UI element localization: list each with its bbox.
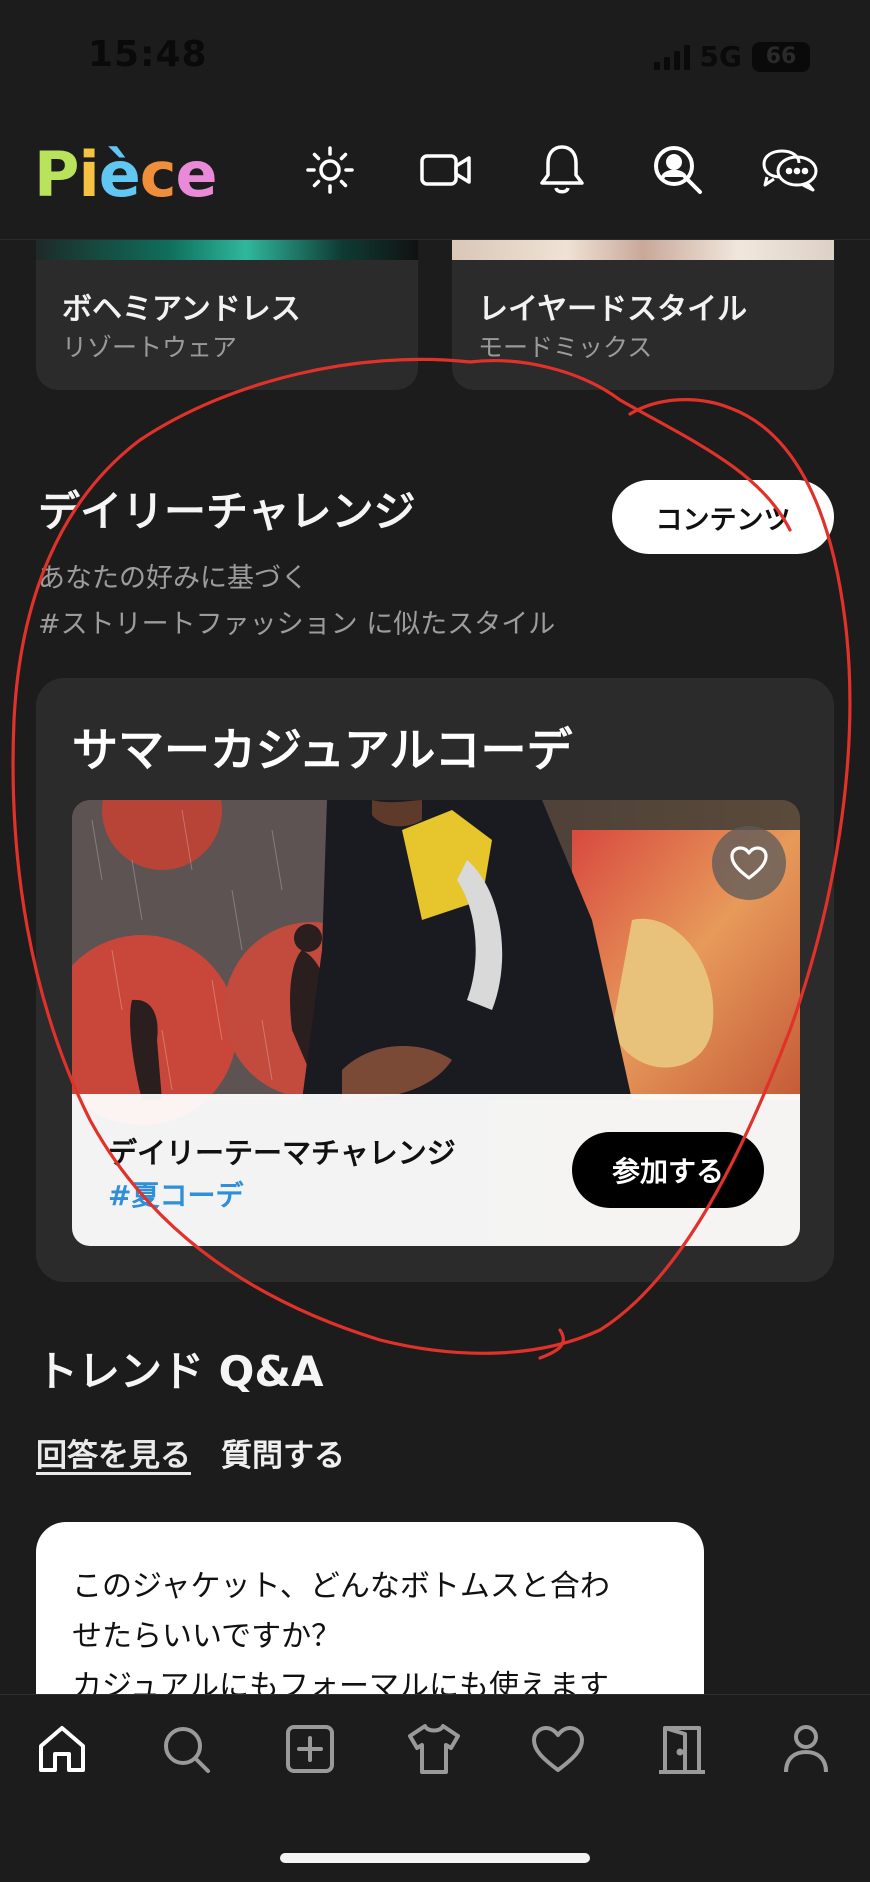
- signal-icon: [653, 44, 690, 70]
- app-logo[interactable]: Pièce: [34, 138, 218, 211]
- challenge-card-title: サマーカジュアルコーデ: [72, 723, 573, 777]
- bell-icon[interactable]: [532, 140, 592, 200]
- question-text: このジャケット、どんなボトムスと合わ せたらいいですか？ カジュアルにもフォーマ…: [72, 1562, 682, 1712]
- home-indicator: [280, 1853, 590, 1863]
- battery-level: 66: [765, 44, 797, 69]
- style-card-title: ボヘミアンドレス: [62, 292, 301, 327]
- logo-letter: c: [139, 138, 177, 211]
- tab-ask-question[interactable]: 質問する: [221, 1430, 345, 1475]
- heart-icon[interactable]: [526, 1717, 590, 1781]
- logo-letter: i: [78, 138, 99, 211]
- status-bar: 15:48 5G 66: [0, 0, 870, 110]
- challenge-label: デイリーテーマチャレンジ: [108, 1136, 456, 1170]
- battery-icon: 66: [752, 41, 810, 72]
- logo-letter: P: [34, 138, 79, 211]
- join-button[interactable]: 参加する: [572, 1132, 764, 1208]
- sun-icon[interactable]: [300, 140, 360, 200]
- favorite-button[interactable]: [712, 826, 786, 900]
- trend-qa-title: トレンド Q&A: [36, 1347, 324, 1396]
- app-header: Pièce: [0, 110, 870, 240]
- daily-challenge-title: デイリーチャレンジ: [38, 487, 416, 536]
- challenge-hashtag[interactable]: #夏コーデ: [108, 1174, 243, 1214]
- question-line: このジャケット、どんなボトムスと合わ: [72, 1569, 610, 1604]
- style-card-image: [36, 240, 418, 260]
- shirt-icon[interactable]: [402, 1717, 466, 1781]
- add-post-icon[interactable]: [278, 1717, 342, 1781]
- style-card[interactable]: レイヤードスタイル モードミックス: [452, 240, 834, 390]
- profile-icon[interactable]: [774, 1717, 838, 1781]
- question-line: せたらいいですか？: [72, 1619, 342, 1654]
- similar-style-text: #ストリートファッション に似たスタイル: [38, 609, 556, 640]
- challenge-photo[interactable]: デイリーテーマチャレンジ #夏コーデ 参加する: [72, 800, 800, 1246]
- logo-letter: e: [175, 138, 218, 211]
- chat-bubbles-icon[interactable]: [760, 140, 820, 200]
- network-type: 5G: [699, 40, 742, 73]
- tab-view-answers[interactable]: 回答を見る: [36, 1430, 191, 1475]
- heart-outline-icon: [730, 846, 768, 880]
- closet-door-icon[interactable]: [650, 1717, 714, 1781]
- logo-letter: è: [98, 138, 141, 211]
- challenge-card: サマーカジュアルコーデ デイリーテーマチャレンジ #夏コーデ 参加する: [36, 678, 834, 1282]
- search-user-icon[interactable]: [648, 140, 708, 200]
- style-card[interactable]: ボヘミアンドレス リゾートウェア: [36, 240, 418, 390]
- style-card-subtitle: リゾートウェア: [62, 333, 238, 362]
- bottom-tab-bar: [0, 1694, 870, 1882]
- style-card-subtitle: モードミックス: [478, 333, 653, 362]
- content-button[interactable]: コンテンツ: [612, 480, 834, 554]
- qa-tabs: 回答を見る 質問する: [36, 1430, 345, 1475]
- status-time: 15:48: [88, 34, 208, 75]
- question-card[interactable]: このジャケット、どんなボトムスと合わ せたらいいですか？ カジュアルにもフォーマ…: [36, 1522, 704, 1722]
- video-camera-icon[interactable]: [416, 140, 476, 200]
- recommendation-reason: あなたの好みに基づく: [38, 563, 308, 594]
- style-card-title: レイヤードスタイル: [478, 292, 748, 327]
- search-icon[interactable]: [154, 1717, 218, 1781]
- challenge-footer: デイリーテーマチャレンジ #夏コーデ 参加する: [72, 1094, 800, 1246]
- style-card-image: [452, 240, 834, 260]
- status-indicators: 5G 66: [653, 40, 810, 73]
- home-icon[interactable]: [30, 1717, 94, 1781]
